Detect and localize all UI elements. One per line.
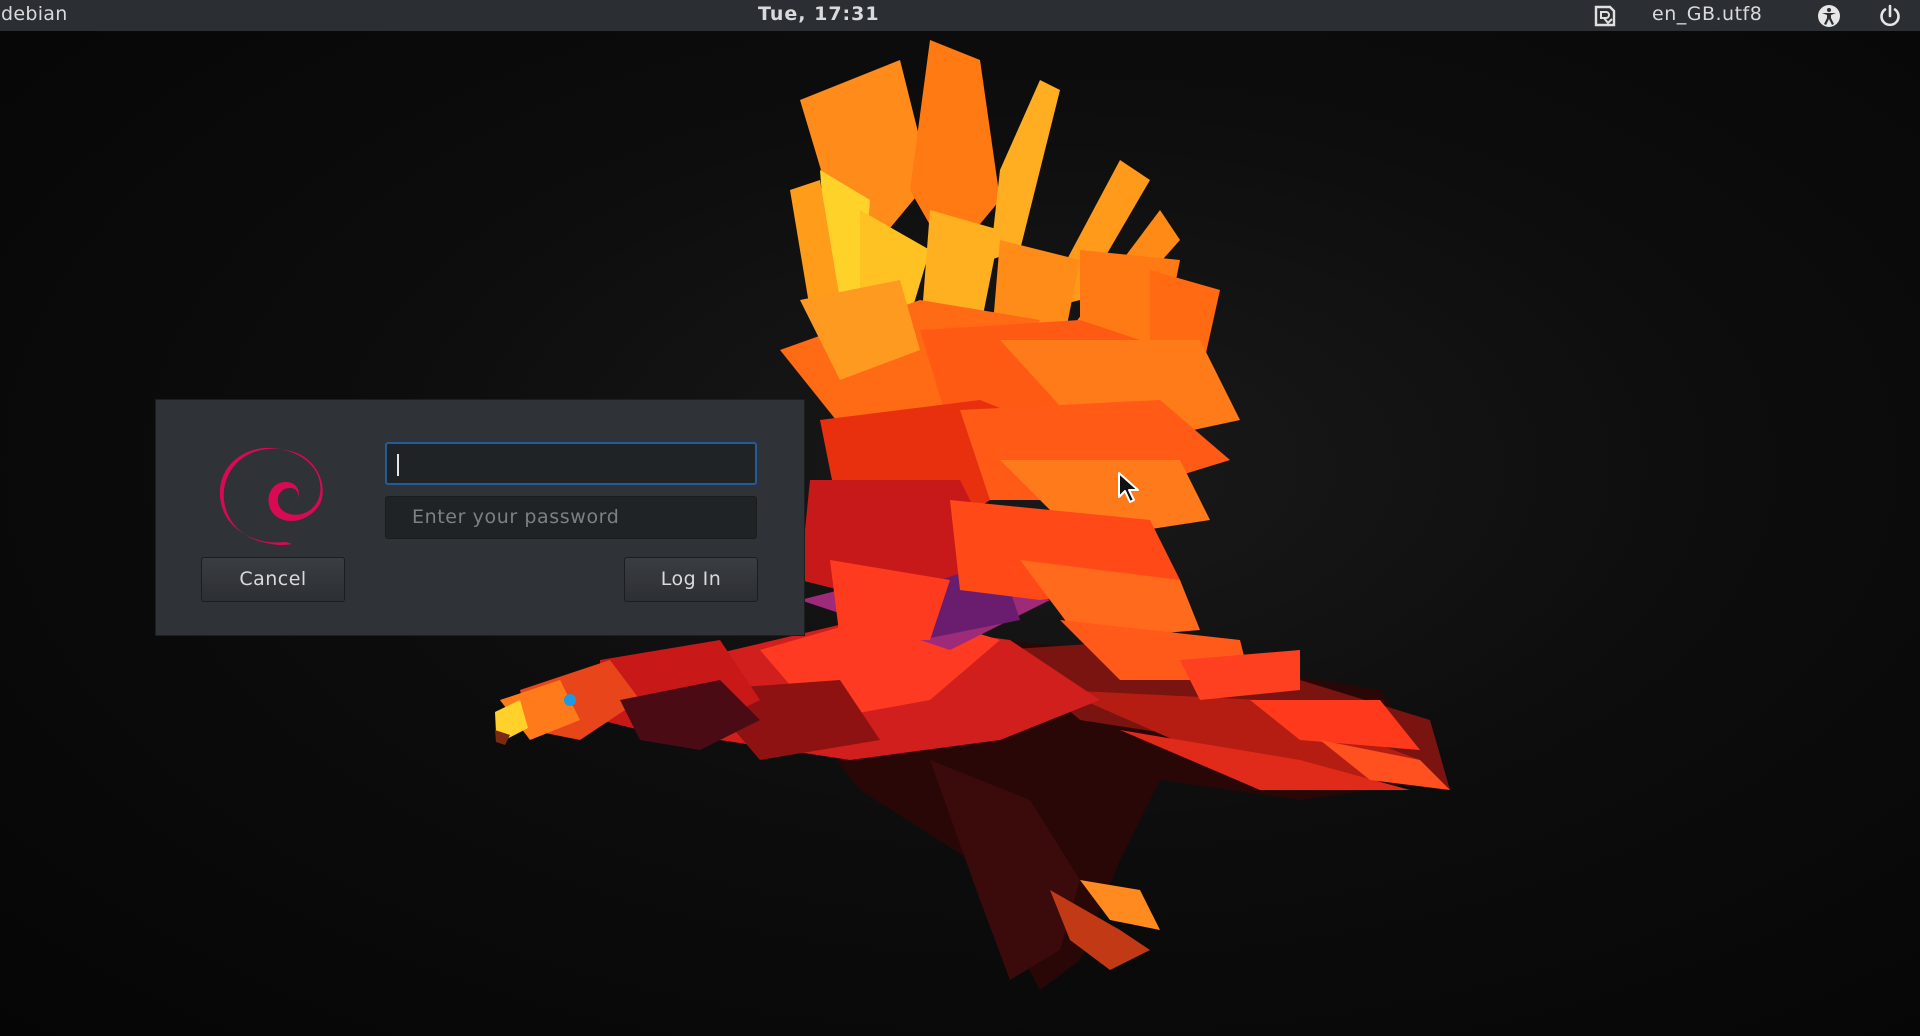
debian-swirl-icon — [219, 447, 323, 546]
cancel-button[interactable]: Cancel — [201, 557, 345, 602]
mouse-pointer-icon — [1118, 472, 1139, 503]
power-icon[interactable] — [1878, 4, 1902, 28]
login-screen: debian Tue, 17:31 en_GB.utf8 Enter your … — [0, 0, 1920, 1036]
password-placeholder: Enter your password — [412, 506, 620, 528]
text-caret — [397, 453, 399, 476]
login-dialog: Enter your password Cancel Log In — [156, 400, 804, 635]
top-bar: debian Tue, 17:31 en_GB.utf8 — [0, 0, 1920, 31]
password-input[interactable]: Enter your password — [385, 496, 757, 539]
keyboard-layout-icon[interactable] — [1593, 4, 1617, 28]
hostname-label: debian — [1, 3, 68, 25]
username-input[interactable] — [385, 442, 757, 485]
accessibility-icon[interactable] — [1817, 4, 1841, 28]
locale-indicator[interactable]: en_GB.utf8 — [1652, 3, 1762, 25]
clock[interactable]: Tue, 17:31 — [758, 3, 880, 25]
login-button[interactable]: Log In — [624, 557, 758, 602]
